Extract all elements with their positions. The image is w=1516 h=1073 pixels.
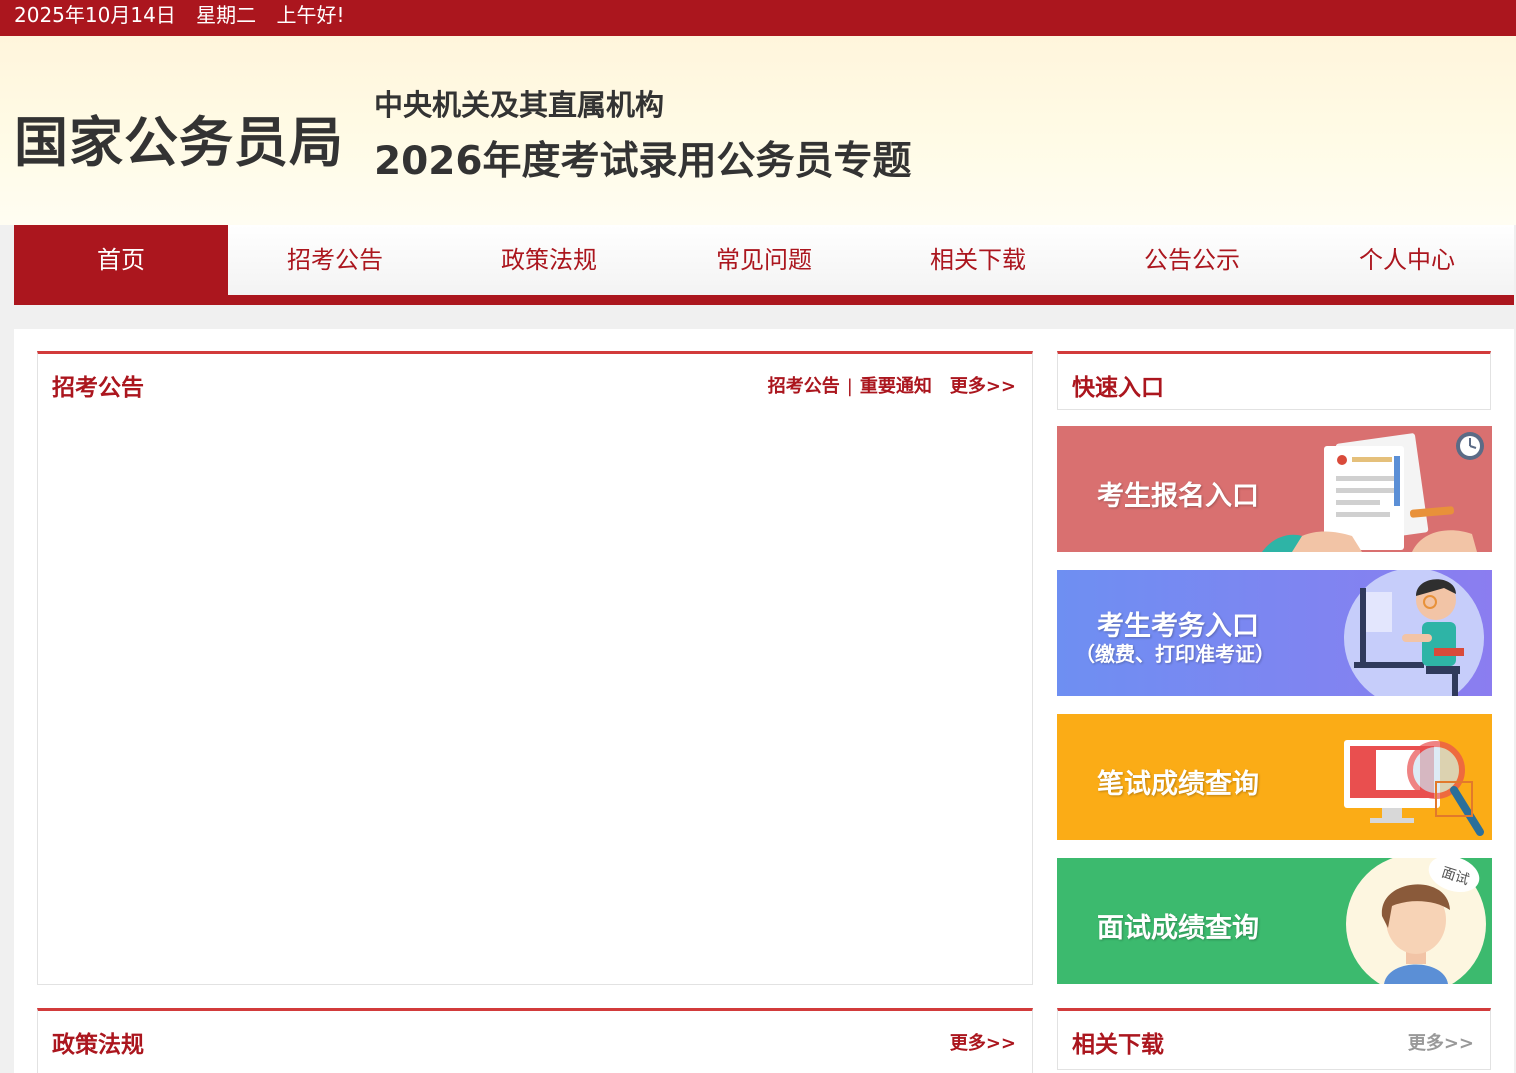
important-notice-link[interactable]: 重要通知 bbox=[860, 376, 932, 397]
policy-panel: 政策法规 更多>> bbox=[37, 1008, 1033, 1073]
downloads-links: 更多>> bbox=[1408, 1029, 1474, 1055]
registration-form-illustration bbox=[1262, 432, 1484, 552]
nav-item-downloads[interactable]: 相关下载 bbox=[871, 225, 1085, 295]
main-nav: 首页 招考公告 政策法规 常见问题 相关下载 公告公示 个人中心 bbox=[14, 225, 1514, 305]
header-subtitle-topic: 2026年度考试录用公务员专题 bbox=[374, 139, 912, 184]
header-subtitle-org: 中央机关及其直属机构 bbox=[374, 88, 665, 122]
current-date: 2025年10月14日 bbox=[14, 3, 176, 27]
exam-affairs-entry-button[interactable]: 考生考务入口 （缴费、打印准考证） bbox=[1057, 570, 1492, 696]
interviewee-avatar-illustration: 面试 bbox=[1346, 858, 1486, 984]
announcements-more-link[interactable]: 更多>> bbox=[950, 376, 1016, 397]
exam-affairs-entry-sublabel: （缴费、打印准考证） bbox=[1075, 642, 1275, 666]
announcements-links: 招考公告 | 重要通知 更多>> bbox=[768, 372, 1016, 398]
nav-item-policy[interactable]: 政策法规 bbox=[442, 225, 656, 295]
announcements-title: 招考公告 bbox=[52, 375, 144, 401]
policy-more-link[interactable]: 更多>> bbox=[950, 1033, 1016, 1054]
written-score-query-button[interactable]: 笔试成绩查询 bbox=[1057, 714, 1492, 840]
quick-entry-panel: 快速入口 bbox=[1057, 351, 1491, 410]
downloads-title: 相关下载 bbox=[1072, 1032, 1164, 1058]
student-at-computer-illustration bbox=[1344, 570, 1484, 696]
nav-item-home[interactable]: 首页 bbox=[14, 225, 228, 295]
quick-entry-title: 快速入口 bbox=[1072, 375, 1164, 401]
announcements-tab-link[interactable]: 招考公告 bbox=[768, 376, 840, 397]
nav-item-announcements[interactable]: 招考公告 bbox=[228, 225, 442, 295]
registration-entry-label: 考生报名入口 bbox=[1097, 481, 1259, 512]
greeting-text: 上午好! bbox=[276, 3, 345, 27]
interview-score-query-label: 面试成绩查询 bbox=[1097, 913, 1259, 944]
downloads-more-link[interactable]: 更多>> bbox=[1408, 1033, 1474, 1054]
link-separator: | bbox=[846, 376, 853, 397]
downloads-panel: 相关下载 更多>> bbox=[1057, 1008, 1491, 1070]
registration-entry-button[interactable]: 考生报名入口 bbox=[1057, 426, 1492, 552]
policy-title: 政策法规 bbox=[52, 1032, 144, 1058]
nav-item-notices[interactable]: 公告公示 bbox=[1085, 225, 1299, 295]
top-date-bar: 2025年10月14日 星期二 上午好! bbox=[0, 0, 1516, 36]
current-weekday: 星期二 bbox=[196, 3, 257, 27]
header-banner: 国家公务员局 中央机关及其直属机构 2026年度考试录用公务员专题 bbox=[0, 36, 1516, 225]
announcements-panel: 招考公告 招考公告 | 重要通知 更多>> bbox=[37, 351, 1033, 985]
written-score-query-label: 笔试成绩查询 bbox=[1097, 769, 1259, 800]
monitor-magnifier-illustration bbox=[1344, 740, 1484, 836]
interview-score-query-button[interactable]: 面试成绩查询 面试 bbox=[1057, 858, 1492, 984]
nav-item-faq[interactable]: 常见问题 bbox=[657, 225, 871, 295]
nav-item-personal-center[interactable]: 个人中心 bbox=[1300, 225, 1514, 295]
site-name: 国家公务员局 bbox=[14, 111, 344, 174]
policy-links: 更多>> bbox=[950, 1029, 1016, 1055]
